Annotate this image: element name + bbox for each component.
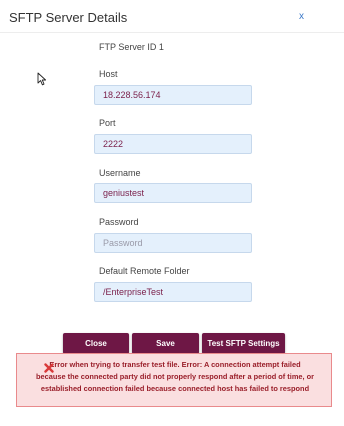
- host-label: Host: [99, 69, 118, 79]
- port-label: Port: [99, 118, 116, 128]
- port-field[interactable]: 2222: [94, 134, 252, 154]
- save-button[interactable]: Save: [132, 333, 199, 354]
- username-label: Username: [99, 168, 141, 178]
- host-field[interactable]: 18.228.56.174: [94, 85, 252, 105]
- error-message-line: because the connected party did not prop…: [35, 372, 315, 381]
- error-alert: Error when trying to transfer test file.…: [16, 353, 332, 407]
- password-field[interactable]: Password: [94, 233, 252, 253]
- remote-folder-field[interactable]: /EnterpriseTest: [94, 282, 252, 302]
- dialog-title: SFTP Server Details: [9, 10, 128, 25]
- error-message-line: Error when trying to transfer test file.…: [49, 360, 301, 369]
- ftp-server-id-label: FTP Server ID 1: [99, 42, 164, 52]
- header-divider: [0, 32, 344, 33]
- username-field[interactable]: geniustest: [94, 183, 252, 203]
- password-label: Password: [99, 217, 139, 227]
- error-x-icon: [44, 363, 54, 373]
- error-message: Error when trying to transfer test file.…: [17, 359, 333, 395]
- remote-folder-label: Default Remote Folder: [99, 266, 190, 276]
- error-message-line: established connection failed because co…: [40, 384, 310, 393]
- mouse-pointer-icon: [37, 72, 47, 86]
- close-dialog-button[interactable]: x: [299, 11, 304, 22]
- test-sftp-settings-button[interactable]: Test SFTP Settings: [202, 333, 285, 354]
- close-button[interactable]: Close: [63, 333, 129, 354]
